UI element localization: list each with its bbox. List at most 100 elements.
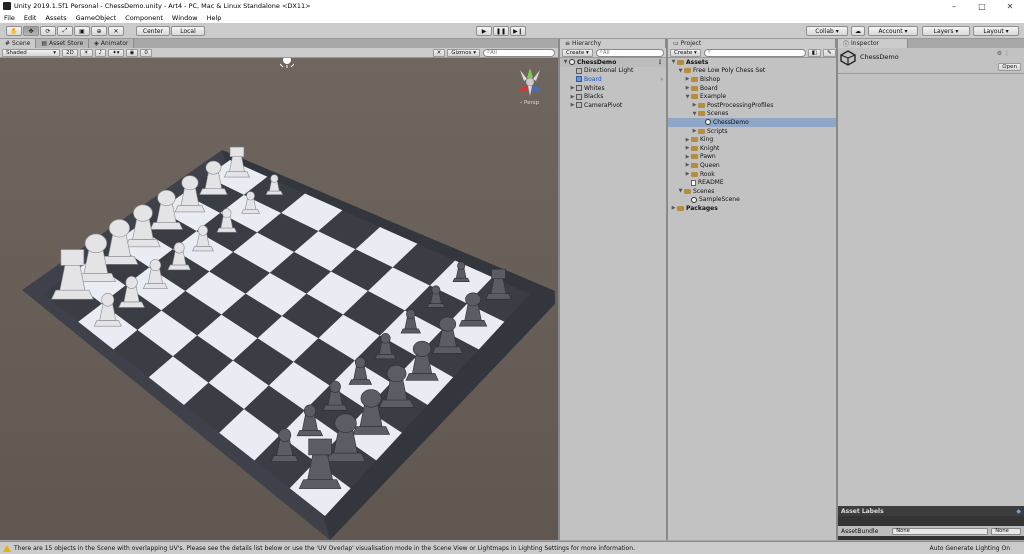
expand-arrow-icon[interactable]: ▶ xyxy=(569,94,576,100)
expand-arrow-icon[interactable]: ▶ xyxy=(684,85,691,91)
open-button[interactable]: Open xyxy=(998,63,1021,71)
play-icon[interactable]: ▶ xyxy=(476,26,492,36)
pivot-center-button[interactable]: Center xyxy=(136,26,170,36)
persp-label[interactable]: ‹ Persp xyxy=(520,100,539,106)
auto-lighting-status[interactable]: Auto Generate Lighting On xyxy=(930,545,1010,552)
inspector-menu-icon[interactable]: ⚙ ⋮ xyxy=(997,50,1010,57)
project-item[interactable]: ▼ Free Low Poly Chess Set xyxy=(668,67,836,76)
close-button[interactable]: ✕ xyxy=(996,0,1024,12)
filter-by-label-icon[interactable]: ✎ xyxy=(823,48,836,57)
transform-tool-icon[interactable]: ⊕ xyxy=(91,26,107,36)
hand-tool-icon[interactable]: ✋ xyxy=(6,26,22,36)
filter-by-type-icon[interactable]: ◧ xyxy=(807,48,821,57)
project-item[interactable]: ▶ King xyxy=(668,135,836,144)
project-root-assets[interactable]: ▼ Assets xyxy=(668,58,836,67)
move-tool-icon[interactable]: ✥ xyxy=(23,26,39,36)
project-item[interactable]: ▶ Bishop xyxy=(668,75,836,84)
project-item[interactable]: ▶ Pawn xyxy=(668,153,836,162)
project-item[interactable]: ▶ Knight xyxy=(668,144,836,153)
project-item[interactable]: ▶ PostProcessingProfiles xyxy=(668,101,836,110)
tab-animator[interactable]: ◈ Animator xyxy=(89,39,135,48)
menu-edit[interactable]: Edit xyxy=(24,14,37,22)
label-tag-icon[interactable]: ◆ xyxy=(1016,508,1021,515)
pause-icon[interactable]: ❚❚ xyxy=(493,26,509,36)
expand-arrow-icon[interactable]: ▶ xyxy=(684,145,691,151)
chevron-right-icon[interactable]: › xyxy=(661,76,663,83)
cloud-icon[interactable]: ☁ xyxy=(851,26,865,36)
project-item[interactable]: ▼ Example xyxy=(668,92,836,101)
expand-arrow-icon[interactable]: ▶ xyxy=(691,128,698,134)
asset-variant-dropdown[interactable]: None xyxy=(991,527,1022,535)
expand-arrow-icon[interactable]: ▶ xyxy=(691,102,698,108)
status-message[interactable]: There are 15 objects in the Scene with o… xyxy=(14,545,635,552)
tab-project[interactable]: ▭ Project xyxy=(668,39,836,48)
project-item[interactable]: ChessDemo xyxy=(668,118,836,127)
project-item[interactable]: ▼ Scenes xyxy=(668,110,836,119)
scale-tool-icon[interactable]: ⤢ xyxy=(57,26,73,36)
tab-inspector[interactable]: ⓘ Inspector xyxy=(838,39,908,48)
expand-arrow-icon[interactable]: ▶ xyxy=(684,76,691,82)
expand-arrow-icon[interactable]: ▶ xyxy=(684,154,691,160)
expand-arrow-icon[interactable]: ▶ xyxy=(684,162,691,168)
project-item[interactable]: SampleScene xyxy=(668,196,836,205)
hierarchy-item-whites[interactable]: ▶ Whites xyxy=(560,84,666,93)
rotate-tool-icon[interactable]: ⟳ xyxy=(40,26,56,36)
rect-tool-icon[interactable]: ▣ xyxy=(74,26,90,36)
expand-arrow-icon[interactable]: ▼ xyxy=(677,188,684,194)
project-item[interactable]: ▶ Board xyxy=(668,84,836,93)
tab-scene[interactable]: # Scene xyxy=(0,39,37,48)
scene-search-input[interactable]: ⌕ All xyxy=(483,48,555,57)
project-item[interactable]: ▶ Rook xyxy=(668,170,836,179)
tab-hierarchy[interactable]: ≡ Hierarchy xyxy=(560,39,666,48)
project-search-input[interactable]: ⌕ xyxy=(703,48,806,57)
layers-button[interactable]: Layers ▾ xyxy=(922,26,970,36)
audio-toggle-icon[interactable]: ♪ xyxy=(94,48,107,57)
status-bar[interactable]: There are 15 objects in the Scene with o… xyxy=(0,541,1024,554)
scene-root-row[interactable]: ▼ ChessDemo ⋮ xyxy=(560,58,666,67)
hierarchy-create-button[interactable]: Create ▾ xyxy=(562,48,593,57)
hierarchy-search-input[interactable]: ⌕ All xyxy=(595,48,664,57)
gizmos-dropdown[interactable]: Gizmos ▾ xyxy=(447,48,480,57)
scene-visibility-icon[interactable]: ◉ xyxy=(125,48,139,57)
expand-arrow-icon[interactable]: ▶ xyxy=(684,171,691,177)
menu-gameobject[interactable]: GameObject xyxy=(76,14,117,22)
expand-arrow-icon[interactable]: ▶ xyxy=(684,137,691,143)
menu-help[interactable]: Help xyxy=(207,14,222,22)
project-item[interactable]: ▶ Queen xyxy=(668,161,836,170)
effects-dropdown-icon[interactable]: ✦▾ xyxy=(108,48,124,57)
project-item[interactable]: README xyxy=(668,178,836,187)
expand-arrow-icon[interactable]: ▼ xyxy=(691,111,698,117)
tab-asset-store[interactable]: ▤ Asset Store xyxy=(36,39,90,48)
collab-button[interactable]: Collab ▾ xyxy=(806,26,848,36)
asset-bundle-dropdown[interactable]: None xyxy=(892,527,989,535)
menu-component[interactable]: Component xyxy=(125,14,163,22)
custom-tool-icon[interactable]: ✕ xyxy=(108,26,124,36)
shading-mode-dropdown[interactable]: Shaded ▾ xyxy=(2,48,60,57)
camera-settings-icon[interactable]: ✕ xyxy=(432,48,446,57)
expand-arrow-icon[interactable]: ▶ xyxy=(569,102,576,108)
project-item[interactable]: ▶ Scripts xyxy=(668,127,836,136)
account-button[interactable]: Account ▾ xyxy=(868,26,918,36)
hierarchy-item-board[interactable]: Board › xyxy=(560,75,666,84)
hierarchy-item-blacks[interactable]: ▶ Blacks xyxy=(560,92,666,101)
menu-assets[interactable]: Assets xyxy=(45,14,66,22)
expand-arrow-icon[interactable]: ▼ xyxy=(677,68,684,74)
project-item[interactable]: ▶ Packages xyxy=(668,204,836,213)
project-create-button[interactable]: Create ▾ xyxy=(670,48,701,57)
layout-button[interactable]: Layout ▾ xyxy=(973,26,1019,36)
kebab-menu-icon[interactable]: ⋮ xyxy=(657,59,663,66)
expand-arrow-icon[interactable]: ▼ xyxy=(562,59,569,65)
expand-arrow-icon[interactable]: ▼ xyxy=(684,94,691,100)
mode-2d-toggle[interactable]: 2D xyxy=(62,48,78,57)
minimize-button[interactable]: – xyxy=(940,0,968,12)
orientation-gizmo-icon[interactable]: ‹ Persp xyxy=(512,64,548,108)
project-item[interactable]: ▼ Scenes xyxy=(668,187,836,196)
menu-file[interactable]: File xyxy=(4,14,15,22)
maximize-button[interactable]: □ xyxy=(968,0,996,12)
scene-view[interactable]: ‹ Persp xyxy=(0,58,558,540)
menu-window[interactable]: Window xyxy=(172,14,198,22)
hierarchy-item-directional-light[interactable]: Directional Light xyxy=(560,67,666,76)
directional-light-gizmo-icon[interactable] xyxy=(279,58,295,68)
expand-arrow-icon[interactable]: ▼ xyxy=(670,59,677,65)
step-icon[interactable]: ▶❙ xyxy=(510,26,526,36)
